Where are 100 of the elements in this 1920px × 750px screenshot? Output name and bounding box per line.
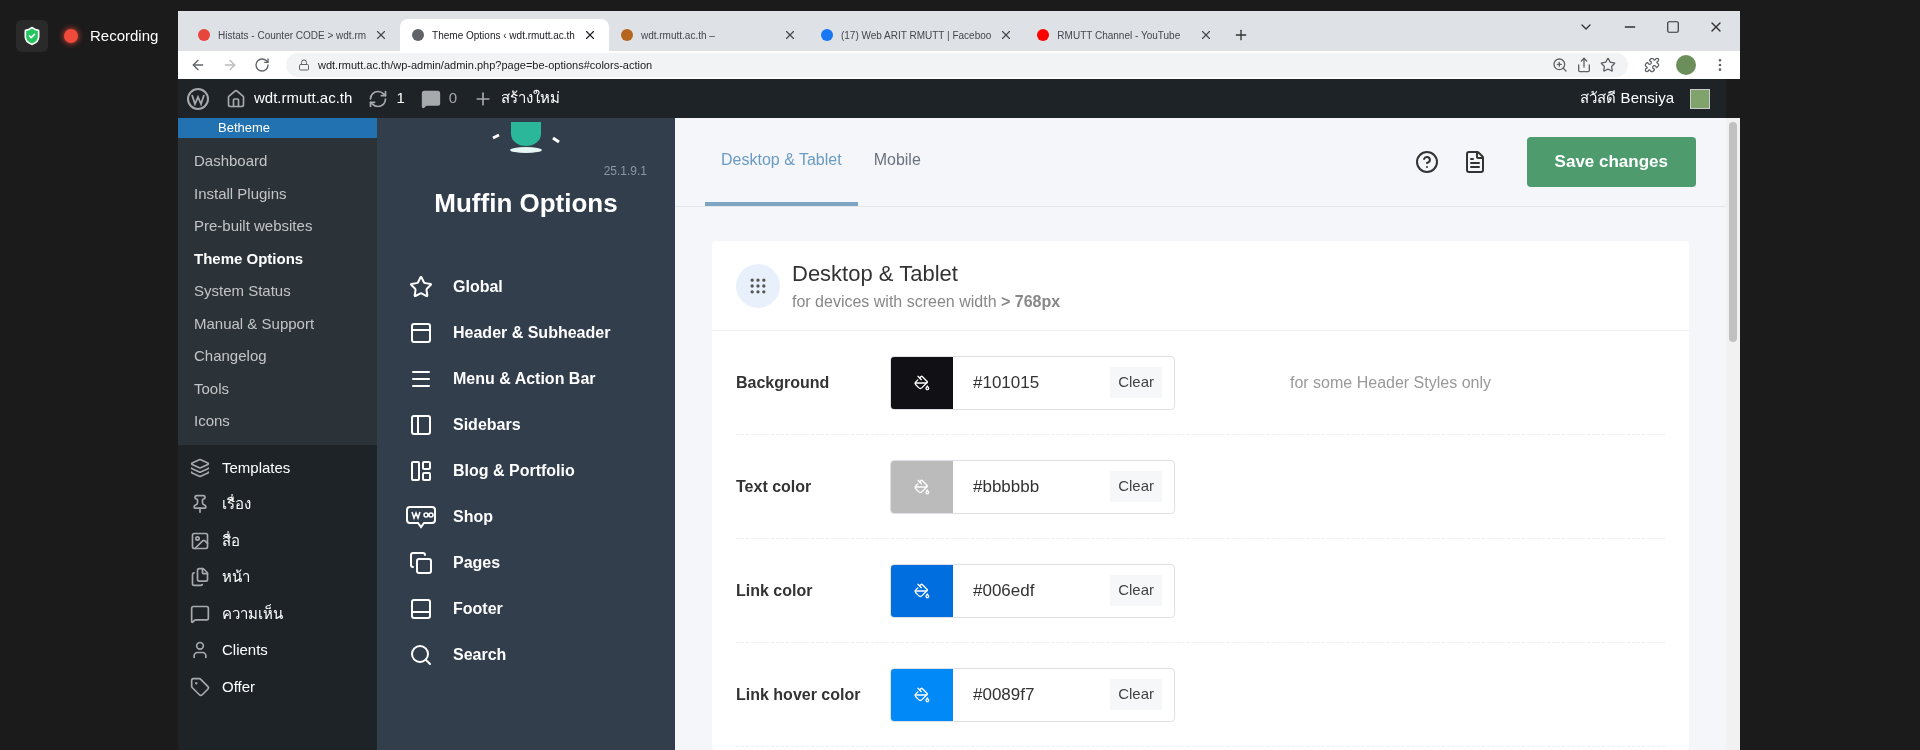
menu-link[interactable]: เรื่อง <box>222 493 251 516</box>
grid-layout-icon <box>409 459 433 483</box>
menu-link[interactable]: Offer <box>222 675 256 698</box>
greeting-link[interactable]: สวัสดี Bensiya <box>1580 87 1674 110</box>
browser-tab[interactable]: Histats - Counter CODE > wdt.rm <box>186 19 401 51</box>
zoom-icon[interactable] <box>1552 57 1568 73</box>
menu-link[interactable]: ความเห็น <box>222 602 283 625</box>
browser-tab[interactable]: Theme Options ‹ wdt.rmutt.ac.th <box>400 19 609 51</box>
options-nav-link[interactable]: Footer <box>453 597 503 621</box>
options-nav-link[interactable]: Shop <box>453 505 493 529</box>
updates-icon <box>368 88 389 109</box>
color-swatch[interactable] <box>891 356 953 409</box>
options-nav-link[interactable]: Header & Subheader <box>453 321 611 345</box>
menu-link[interactable]: Clients <box>222 639 268 662</box>
browser-tab[interactable]: RMUTT Channel - YouTube <box>1025 19 1226 51</box>
share-icon[interactable] <box>1576 57 1592 73</box>
profile-avatar[interactable] <box>1676 55 1696 75</box>
clear-button[interactable]: Clear <box>1110 471 1162 502</box>
sidebar-layout-icon <box>409 413 433 437</box>
card-title: Desktop & Tablet <box>792 260 959 288</box>
tab-title: (17) Web ARIT RMUTT | Faceboo <box>840 28 992 43</box>
comments-count[interactable]: 0 <box>448 87 458 110</box>
bookmark-star-icon[interactable] <box>1600 57 1616 73</box>
media-icon <box>190 530 210 551</box>
color-field[interactable]: #101015 Clear <box>890 355 1175 410</box>
star-icon <box>409 275 433 299</box>
maximize-icon[interactable] <box>1666 20 1680 34</box>
comments-icon <box>420 88 441 109</box>
tab-title: RMUTT Channel - YouTube <box>1057 28 1182 43</box>
paint-bucket-icon <box>914 374 930 391</box>
url-text: wdt.rmutt.ac.th/wp-admin/admin.php?page=be-options#colors-action <box>318 57 653 73</box>
submenu-link[interactable]: Manual & Support <box>178 312 377 335</box>
speech-bubble-icon <box>190 603 210 624</box>
back-icon[interactable] <box>190 57 206 73</box>
clear-button[interactable]: Clear <box>1110 679 1162 710</box>
version-label: 25.1.9.1 <box>603 163 647 180</box>
tab-title: Histats - Counter CODE > wdt.rm <box>218 28 367 43</box>
options-nav-link[interactable]: Sidebars <box>453 413 521 437</box>
user-avatar[interactable] <box>1690 88 1710 109</box>
pages-icon <box>190 567 210 588</box>
menu-link[interactable]: Templates <box>222 456 291 479</box>
tab-title: wdt.rmutt.ac.th – <box>640 28 716 43</box>
field-label: Text color <box>736 476 813 497</box>
submenu-link[interactable]: Dashboard <box>178 150 377 173</box>
wordpress-logo-icon[interactable] <box>186 86 210 111</box>
help-icon[interactable] <box>1414 150 1439 174</box>
options-nav-link[interactable]: Global <box>453 275 503 299</box>
options-nav-link[interactable]: Pages <box>453 551 501 575</box>
clear-button[interactable]: Clear <box>1110 575 1162 606</box>
color-field[interactable]: #0089f7 Clear <box>890 667 1175 722</box>
field-label: Background <box>736 372 831 393</box>
tag-icon <box>190 676 210 697</box>
site-name-link[interactable]: wdt.rmutt.ac.th <box>254 87 353 110</box>
home-icon <box>226 88 246 109</box>
options-nav-link[interactable]: Search <box>453 643 507 667</box>
field-note: for some Header Styles only <box>1290 372 1491 393</box>
pin-icon <box>190 494 210 515</box>
submenu-link[interactable]: Icons <box>178 410 377 433</box>
options-nav-link[interactable]: Blog & Portfolio <box>453 459 575 483</box>
scrollbar[interactable] <box>1726 118 1740 750</box>
color-swatch[interactable] <box>891 564 953 617</box>
lock-icon <box>298 59 310 71</box>
paint-bucket-icon <box>914 582 930 599</box>
user-icon <box>190 640 210 661</box>
color-field[interactable]: #006edf Clear <box>890 563 1175 618</box>
paint-bucket-icon <box>914 686 930 703</box>
recording-label: Recording <box>90 25 159 46</box>
submenu-link[interactable]: Changelog <box>178 345 377 368</box>
browser-tab[interactable]: wdt.rmutt.ac.th – <box>608 19 809 51</box>
color-swatch[interactable] <box>891 668 953 721</box>
clear-button[interactable]: Clear <box>1110 367 1162 398</box>
footer-layout-icon <box>409 597 433 621</box>
pages-icon <box>409 551 433 575</box>
search-icon <box>409 643 433 667</box>
device-tab[interactable]: Mobile <box>857 118 937 206</box>
menu-link[interactable]: หน้า <box>222 566 250 589</box>
menu-link[interactable]: สื่อ <box>222 529 240 552</box>
address-bar[interactable]: wdt.rmutt.ac.th/wp-admin/admin.php?page=be-options#colors-action <box>286 53 1628 77</box>
updates-count[interactable]: 1 <box>396 87 405 110</box>
reload-icon[interactable] <box>254 57 270 73</box>
woo-bubble-icon <box>406 505 436 529</box>
betheme-menu-item[interactable]: Betheme <box>178 118 377 138</box>
header-layout-icon <box>409 321 433 345</box>
stack-icon <box>190 457 210 478</box>
submenu-link[interactable]: Tools <box>178 377 377 400</box>
submenu-link[interactable]: System Status <box>178 280 377 303</box>
tab-title: Theme Options ‹ wdt.rmutt.ac.th <box>432 28 575 43</box>
new-link[interactable]: สร้างใหม่ <box>501 87 561 110</box>
shield-check-icon <box>22 26 42 46</box>
submenu-link[interactable]: Theme Options <box>178 247 377 270</box>
options-nav-link[interactable]: Menu & Action Bar <box>453 367 596 391</box>
color-field[interactable]: #bbbbbb Clear <box>890 459 1175 514</box>
panel-title: Muffin Options <box>434 187 618 220</box>
color-swatch[interactable] <box>891 460 953 513</box>
submenu-link[interactable]: Install Plugins <box>178 182 377 205</box>
field-label: Link color <box>736 580 814 601</box>
extensions-icon[interactable] <box>1644 57 1660 73</box>
browser-tab[interactable]: (17) Web ARIT RMUTT | Faceboo <box>808 19 1026 51</box>
card-subtitle: for devices with screen width > 768px <box>792 292 1061 312</box>
submenu-link[interactable]: Pre-built websites <box>178 215 377 238</box>
